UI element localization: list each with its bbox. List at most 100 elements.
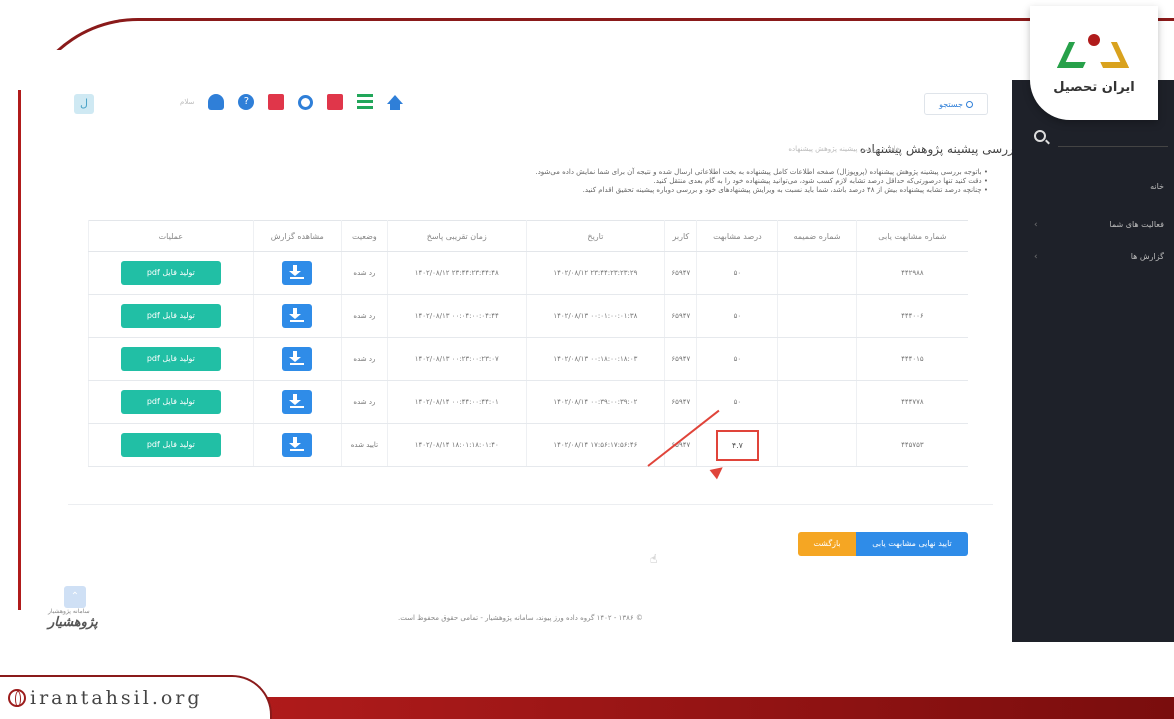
cell-user: ۶۵۹۴۷: [664, 380, 697, 424]
col-header: عملیات: [88, 220, 254, 252]
cell-attachment: [777, 423, 857, 467]
domain-text: irantahsil.org: [30, 687, 203, 709]
download-icon[interactable]: [282, 347, 313, 371]
search-icon: [965, 100, 973, 108]
search-label: جستجو: [939, 99, 963, 109]
search-button[interactable]: جستجو: [924, 93, 988, 115]
sidebar-item-home[interactable]: خانه: [1024, 182, 1164, 191]
cell-attachment: [777, 380, 857, 424]
sidebar-item-label: گزارش ها: [1130, 252, 1164, 261]
mail-icon[interactable]: [268, 94, 285, 110]
cell-date: ۱۷:۵۶:۱۷:۵۶:۴۶ ۱۴۰۲/۰۸/۱۴: [525, 423, 665, 467]
brand-logo-text: ایران تحصیل: [1053, 79, 1135, 95]
table-row: ۴۴۵۷۵۳ ۴.۷ ۶۵۹۴۷ ۱۷:۵۶:۱۷:۵۶:۴۶ ۱۴۰۲/۰۸/۱۴ ۱…: [88, 423, 968, 467]
col-header: وضعیت: [340, 220, 388, 252]
cell-attachment: [777, 337, 857, 381]
sidebar-item-reports[interactable]: ‹ گزارش ها: [1024, 252, 1164, 262]
download-icon[interactable]: [282, 433, 313, 457]
table-row: ۴۴۴۷۷۸ ۵۰ ۶۵۹۴۷ ۰۰:۳۹:۰۰:۳۹:۰۲ ۱۴۰۲/۰۸/۱۴ ۰۰…: [88, 380, 968, 424]
similarity-results-table: شماره مشابهت یابی شماره ضمیمه درصد مشابه…: [88, 220, 968, 467]
cell-eta: ۰۰:۲۳:۰۰:۲۳:۰۷ ۱۴۰۲/۰۸/۱۳: [386, 337, 527, 381]
generate-pdf-button[interactable]: تولید فایل pdf: [120, 390, 221, 414]
cell-attachment: [777, 251, 857, 295]
greeting-text: سلام: [180, 98, 195, 106]
generate-pdf-button[interactable]: تولید فایل pdf: [120, 347, 221, 371]
generate-pdf-button[interactable]: تولید فایل pdf: [120, 261, 221, 285]
cell-id: ۴۴۴۰۰۶: [855, 294, 968, 338]
brand-logo-text: پژوهشیار: [48, 615, 98, 630]
cell-percent: ۵۰: [696, 251, 778, 295]
cell-date: ۰۰:۱۸:۰۰:۱۸:۰۳ ۱۴۰۲/۰۸/۱۳: [525, 337, 665, 381]
generate-pdf-button[interactable]: تولید فایل pdf: [120, 433, 221, 457]
sidebar: خانه ‹ فعالیت های شما ‹ گزارش ها: [1012, 80, 1174, 642]
table-row: ۴۴۴۰۰۶ ۵۰ ۶۵۹۴۷ ۰۰:۰۱:۰۰:۰۱:۳۸ ۱۴۰۲/۰۸/۱۳ ۰۰…: [88, 294, 968, 338]
divider: [68, 504, 993, 505]
col-header: شماره ضمیمه: [777, 220, 857, 252]
cell-id: ۴۴۲۹۸۸: [855, 251, 968, 295]
irantahsil-logo-icon: [1056, 32, 1130, 76]
cell-status: رد شده: [340, 380, 388, 424]
cell-eta: ۲۳:۴۴:۲۳:۴۴:۴۸ ۱۴۰۲/۰۸/۱۲: [386, 251, 527, 295]
cell-percent: ۴.۷: [696, 423, 778, 467]
col-header: مشاهده گزارش: [252, 220, 342, 252]
instruction-item: چنانچه درصد تشابه پیشنهاده بیش از ۴۸ درص…: [298, 186, 988, 195]
download-icon[interactable]: [282, 261, 313, 285]
col-header: زمان تقریبی پاسخ: [386, 220, 527, 252]
cell-date: ۰۰:۰۱:۰۰:۰۱:۳۸ ۱۴۰۲/۰۸/۱۳: [525, 294, 665, 338]
table-row: ۴۴۲۹۸۸ ۵۰ ۶۵۹۴۷ ۲۳:۴۴:۲۳:۲۳:۲۹ ۱۴۰۲/۰۸/۱۲ ۲۳…: [88, 251, 968, 295]
scroll-top-button[interactable]: ⌃: [64, 586, 86, 608]
sidebar-item-label: فعالیت های شما: [1109, 220, 1164, 229]
cell-id: ۴۴۴۰۱۵: [855, 337, 968, 381]
cell-report: [252, 294, 342, 338]
cell-id: ۴۴۴۷۷۸: [855, 380, 968, 424]
generate-pdf-button[interactable]: تولید فایل pdf: [120, 304, 221, 328]
table-row: ۴۴۴۰۱۵ ۵۰ ۶۵۹۴۷ ۰۰:۱۸:۰۰:۱۸:۰۳ ۱۴۰۲/۰۸/۱۳ ۰۰…: [88, 337, 968, 381]
main-content: ل سلام ? جستجو بررسی پیشینه پژوهش پیشنها…: [48, 80, 1018, 640]
cell-report: [252, 423, 342, 467]
cell-user: ۶۵۹۴۷: [664, 251, 697, 295]
search-icon[interactable]: [1034, 130, 1046, 142]
bottom-accent-bar: [250, 697, 1174, 719]
home-icon[interactable]: [387, 94, 404, 110]
sidebar-item-activities[interactable]: ‹ فعالیت های شما: [1024, 220, 1164, 230]
back-button[interactable]: بازگشت: [798, 532, 856, 556]
footer-copyright: © ۱۳۸۶ - ۱۴۰۲ گروه داده ورز پیوند، سامان…: [398, 614, 643, 622]
col-header: شماره مشابهت یابی: [855, 220, 968, 252]
cell-eta: ۰۰:۴۴:۰۰:۴۴:۰۱ ۱۴۰۲/۰۸/۱۴: [386, 380, 527, 424]
note-icon[interactable]: [327, 94, 344, 110]
mouse-cursor-icon: ☝: [650, 552, 658, 566]
col-header: درصد مشابهت: [696, 220, 778, 252]
brand-logo-badge: ایران تحصیل: [1030, 6, 1158, 120]
brand-sub: سامانه پژوهشیار: [48, 608, 90, 615]
download-icon[interactable]: [282, 304, 313, 328]
cell-status: رد شده: [340, 294, 388, 338]
sidebar-item-label: خانه: [1150, 182, 1164, 191]
download-icon[interactable]: [282, 390, 313, 414]
cell-actions: تولید فایل pdf: [88, 423, 254, 467]
table-header-row: شماره مشابهت یابی شماره ضمیمه درصد مشابه…: [88, 220, 968, 252]
instructions-list: باتوجه بررسی پیشینه پژوهش پیشنهاده (پروپ…: [298, 168, 988, 195]
instruction-item: دقت کنید تنها درصورتی‌که حداقل درصد تشاب…: [298, 177, 988, 186]
cell-percent: ۵۰: [696, 337, 778, 381]
cell-user: ۶۵۹۴۷: [664, 294, 697, 338]
user-avatar[interactable]: ل: [74, 94, 94, 114]
sidebar-search-field[interactable]: [1058, 146, 1168, 147]
list-icon[interactable]: [357, 94, 374, 110]
help-icon[interactable]: ?: [238, 94, 255, 110]
final-approve-button[interactable]: تایید نهایی مشابهت یابی: [856, 532, 968, 556]
col-header: کاربر: [664, 220, 697, 252]
support-icon[interactable]: [298, 94, 314, 110]
col-header: تاریخ: [525, 220, 665, 252]
breadcrumb[interactable]: خانه ‹ بررسی پیشینه پژوهش پیشنهاده: [788, 145, 900, 153]
cell-report: [252, 251, 342, 295]
cell-date: ۲۳:۴۴:۲۳:۲۳:۲۹ ۱۴۰۲/۰۸/۱۲: [525, 251, 665, 295]
pajoheshyar-logo: سامانه پژوهشیار پژوهشیار: [48, 608, 118, 644]
cell-percent: ۵۰: [696, 294, 778, 338]
cell-status: رد شده: [340, 251, 388, 295]
cell-actions: تولید فایل pdf: [88, 337, 254, 381]
bell-icon[interactable]: [208, 94, 225, 110]
cell-user: ۶۵۹۴۷: [664, 337, 697, 381]
cell-status: رد شده: [340, 337, 388, 381]
globe-icon: [8, 689, 26, 707]
domain-badge: irantahsil.org: [0, 675, 272, 719]
